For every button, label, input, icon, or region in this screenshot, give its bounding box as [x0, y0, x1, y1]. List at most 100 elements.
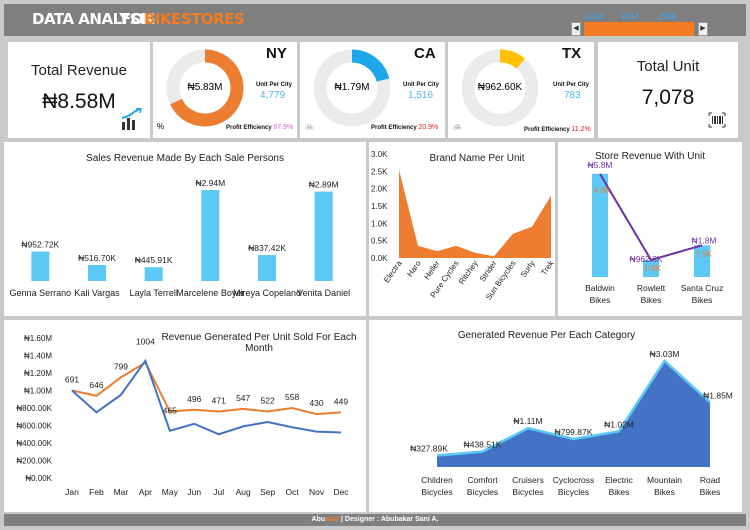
- total-revenue-card: Total Revenue ₦8.58M: [8, 42, 150, 138]
- city-card-ca[interactable]: ₦1.79M CA Unit Per City 1,516 🚲 Profit E…: [300, 42, 445, 138]
- month-category-label: Aug: [236, 487, 251, 497]
- footer-credit: | Designer : Abubakar Sani A.: [339, 516, 439, 523]
- brand-ytick: 2.0K: [371, 185, 388, 194]
- month-category-label: May: [162, 487, 179, 497]
- month-ytick: ₦1.00M: [24, 387, 52, 396]
- brand-category-label: Trek: [539, 258, 555, 277]
- city-card-ny[interactable]: ₦5.83M NY Unit Per City 4,779 % Profit E…: [153, 42, 297, 138]
- store-chart: 4.8K 0.8K 1.5K ₦5.8M ₦962.6K ₦1.8M Baldwin Bike…: [585, 160, 723, 305]
- slicer-left-button[interactable]: ◀: [571, 22, 581, 36]
- store-revenue-label: ₦962.6K: [629, 254, 662, 264]
- total-unit-label: Total Unit: [636, 58, 700, 75]
- month-category-label: Apr: [139, 487, 152, 497]
- month-category-label: Jun: [187, 487, 201, 497]
- category-data-label: ₦438.51K: [464, 440, 502, 450]
- store-unit-label: 1.5K: [696, 249, 713, 258]
- total-revenue-label: Total Revenue: [31, 62, 127, 79]
- month-category-label: Sep: [260, 487, 275, 497]
- category-label: Road: [700, 475, 721, 485]
- tx-efficiency-value: 11.2%: [571, 126, 591, 133]
- store-unit-label: 0.8K: [645, 264, 662, 273]
- ca-revenue: ₦1.79M: [334, 82, 370, 93]
- month-data-label: 547: [236, 393, 250, 403]
- footer-bar: Abusani | Designer : Abubakar Sani A.: [4, 514, 746, 526]
- ny-revenue: ₦5.83M: [187, 82, 223, 93]
- store-revenue-line: [599, 173, 703, 262]
- sales-bar: [201, 190, 220, 281]
- month-category-label: Feb: [89, 487, 104, 497]
- year-2018[interactable]: 2018: [659, 12, 677, 21]
- month-data-label: 691: [65, 375, 79, 385]
- sales-category-label: Genna Serrano: [10, 288, 72, 298]
- month-data-label: 430: [309, 398, 323, 408]
- chevron-left-icon: ◀: [573, 25, 579, 32]
- month-ytick: ₦1.60M: [24, 334, 52, 343]
- month-data-label: 799: [114, 361, 128, 371]
- brand-area: [399, 169, 551, 258]
- store-category-label-2: Bikes: [641, 295, 662, 305]
- category-label-2: Bicycles: [558, 487, 589, 497]
- month-data-label: 1004: [136, 337, 155, 347]
- sales-person-chart: ₦952.72K Genna Serrano ₦516.70K Kali Vargas…: [10, 178, 351, 298]
- brand-ytick: 1.5K: [371, 202, 388, 211]
- total-unit-card: Total Unit 7,078: [598, 42, 738, 138]
- total-unit-value: 7,078: [641, 86, 695, 109]
- category-label-2: Bikes: [654, 487, 675, 497]
- sales-data-label: ₦2.89M: [309, 180, 339, 190]
- year-2016[interactable]: 2016: [585, 12, 603, 21]
- store-unit-label: 4.8K: [594, 186, 611, 195]
- category-label: Cyclocross: [553, 475, 595, 485]
- month-category-label: Nov: [309, 487, 325, 497]
- category-data-label: ₦1.11M: [513, 416, 542, 426]
- sales-bar: [88, 265, 106, 281]
- slicer-right-button[interactable]: ▶: [698, 22, 708, 36]
- month-unit-line: [71, 361, 342, 416]
- tx-unit-label: Unit Per City: [553, 82, 590, 88]
- month-data-label: 558: [285, 392, 299, 402]
- ny-efficiency-label: Profit Efficiency: [226, 125, 272, 131]
- tx-efficiency-label: Profit Efficiency: [524, 127, 570, 133]
- ca-city-name: CA: [414, 45, 436, 62]
- month-data-label: 465: [163, 406, 177, 416]
- category-label: Children: [421, 475, 453, 485]
- ny-units: 4,779: [260, 90, 286, 101]
- city-card-tx[interactable]: ₦962.60K TX Unit Per City 783 🚲 Profit E…: [448, 42, 594, 138]
- month-ytick: ₦400.00K: [16, 439, 52, 448]
- month-data-label: 471: [212, 396, 226, 406]
- percent-icon: %: [157, 122, 165, 131]
- brand-category-label: Ritchey: [457, 259, 480, 286]
- category-label: Cruisers: [512, 475, 544, 485]
- sales-category-label: Venita Daniel: [297, 288, 350, 298]
- sales-data-label: ₦516.70K: [78, 253, 116, 263]
- sales-data-label: ₦952.72K: [21, 240, 59, 250]
- sales-bar: [31, 251, 50, 281]
- year-2017[interactable]: 2017: [621, 12, 639, 21]
- category-label: Comfort: [467, 475, 498, 485]
- ca-efficiency-label: Profit Efficiency: [371, 125, 417, 131]
- tx-revenue: ₦962.60K: [477, 82, 523, 93]
- ny-unit-label: Unit Per City: [256, 82, 293, 88]
- year-slicer-bar[interactable]: [584, 22, 694, 36]
- category-chart: ₦327.89K ₦438.51K ₦1.11M ₦799.87K ₦1.02M ₦3.0…: [410, 349, 733, 497]
- category-label-2: Bicycles: [421, 487, 452, 497]
- footer-accent: sani: [325, 516, 340, 523]
- sales-category-label: Layla Terrell: [129, 288, 177, 298]
- month-category-label: Jul: [213, 487, 224, 497]
- category-label-2: Bicycles: [512, 487, 543, 497]
- category-label-2: Bikes: [700, 487, 721, 497]
- brand-category-label: Haro: [405, 259, 423, 279]
- month-data-label: 522: [261, 396, 275, 406]
- brand-ytick: 1.0K: [371, 219, 388, 228]
- month-ytick: ₦600.00K: [16, 422, 52, 431]
- sales-category-label: Mireya Copeland: [233, 288, 301, 298]
- category-data-label: ₦3.03M: [650, 349, 680, 359]
- brand-chart: 3.0K2.5K2.0K1.5K1.0K0.5K0.0KElectra Haro H…: [371, 150, 555, 302]
- brand-ytick: 2.5K: [371, 167, 388, 176]
- monthly-chart: ₦1.60M ₦1.40M ₦1.20M ₦1.00M ₦800.00K ₦600.00K…: [16, 334, 349, 497]
- month-data-label: 449: [334, 396, 348, 406]
- ny-city-name: NY: [266, 45, 287, 62]
- sales-category-label: Kali Vargas: [74, 288, 120, 298]
- month-ytick: ₦0.00K: [25, 474, 52, 483]
- month-revenue-line: [71, 358, 342, 436]
- category-label-2: Bikes: [609, 487, 630, 497]
